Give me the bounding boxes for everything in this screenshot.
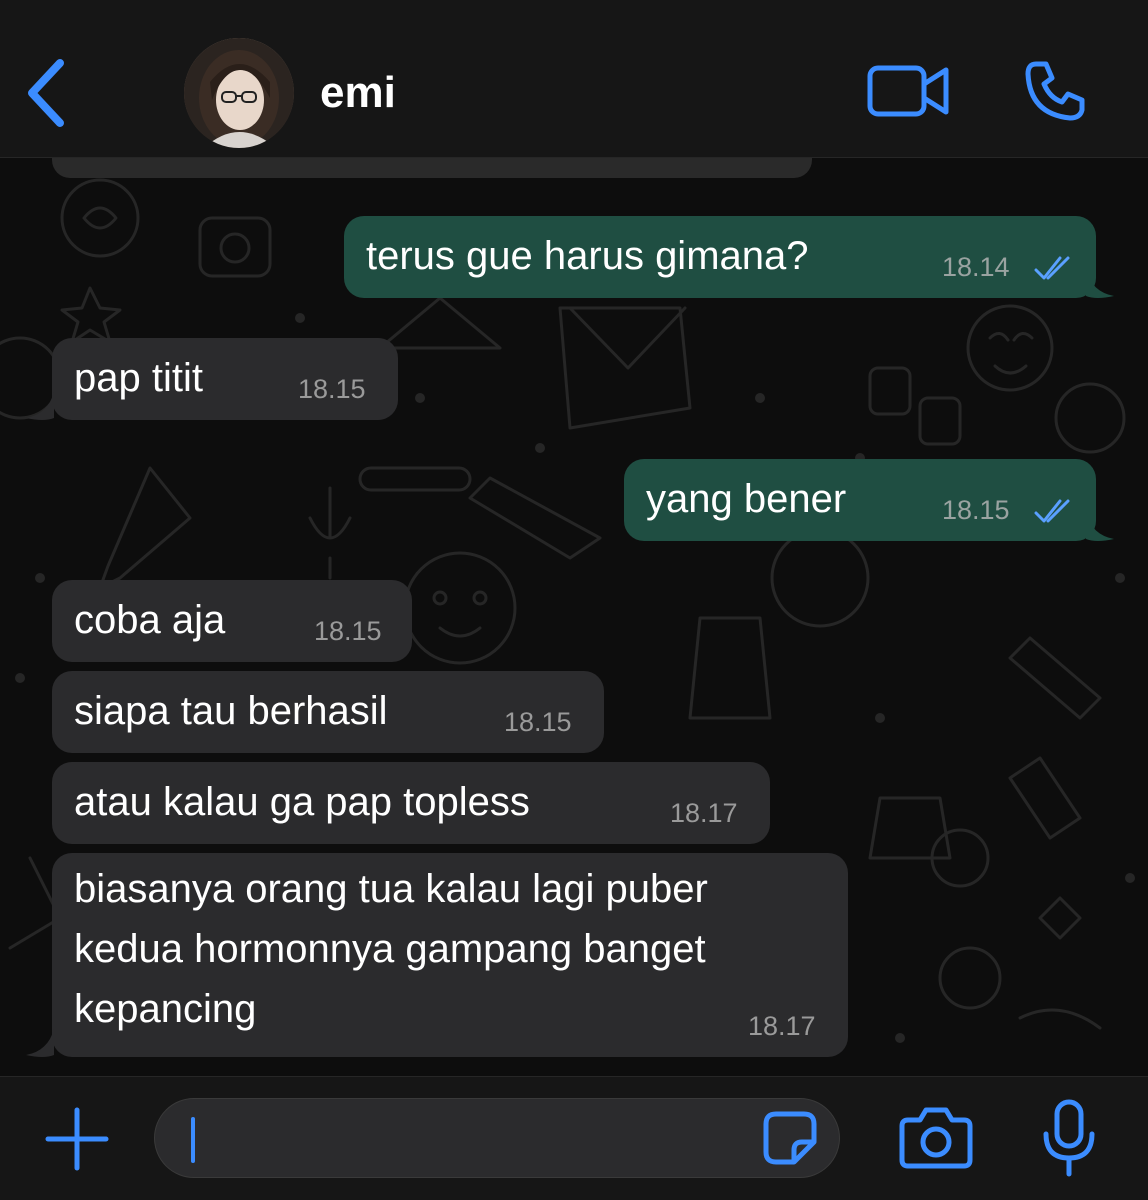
message-bubble-outgoing[interactable]: terus gue harus gimana? 18.14 [344, 216, 1096, 298]
contact-name[interactable]: emi [320, 68, 396, 118]
chat-header: emi [0, 0, 1148, 158]
bubble-tail [26, 392, 54, 420]
message-list[interactable]: terus gue harus gimana? 18.14 pap titit … [0, 158, 1148, 1076]
voice-call-button[interactable] [1022, 58, 1088, 124]
read-receipt-icon [1034, 499, 1070, 523]
camera-button[interactable] [898, 1104, 974, 1170]
attach-button[interactable] [42, 1104, 112, 1174]
read-receipt-icon [1034, 256, 1070, 280]
voice-record-button[interactable] [1038, 1098, 1100, 1178]
message-bubble-outgoing[interactable]: yang bener 18.15 [624, 459, 1096, 541]
message-text-line: kedua hormonnya gampang banget [74, 927, 706, 971]
message-time: 18.15 [298, 374, 366, 404]
message-text: siapa tau berhasil [74, 689, 388, 733]
message-text: yang bener [646, 477, 847, 521]
message-text: coba aja [74, 598, 226, 642]
chevron-left-icon [28, 59, 64, 127]
chat-screen: emi terus gue harus gimana? 18.14 pap ti… [0, 0, 1148, 1200]
phone-icon [1025, 61, 1085, 121]
contact-avatar[interactable] [184, 38, 294, 148]
message-text: atau kalau ga pap topless [74, 780, 530, 824]
bubble-tail [1086, 270, 1114, 298]
camera-icon [899, 1107, 973, 1169]
message-time: 18.17 [670, 798, 738, 828]
message-bubble-incoming[interactable]: pap titit 18.15 [52, 338, 398, 420]
message-bubble-incoming[interactable]: coba aja 18.15 [52, 580, 412, 662]
message-time: 18.15 [942, 495, 1010, 525]
microphone-icon [1043, 1099, 1095, 1177]
message-bubble-incoming[interactable]: siapa tau berhasil 18.15 [52, 671, 604, 753]
message-bubble-incoming[interactable]: atau kalau ga pap topless 18.17 [52, 762, 770, 844]
avatar-photo [184, 38, 294, 148]
message-time: 18.14 [942, 252, 1010, 282]
video-call-button[interactable] [866, 62, 952, 120]
message-text: pap titit [74, 356, 203, 400]
plus-icon [45, 1107, 109, 1171]
bubble-tail [26, 1029, 54, 1057]
message-bubble-incoming[interactable]: biasanya orang tua kalau lagi puber kedu… [52, 853, 848, 1057]
partial-message-bubble [52, 158, 812, 178]
message-input[interactable] [154, 1098, 840, 1178]
sticker-button[interactable] [760, 1108, 820, 1168]
message-time: 18.15 [504, 707, 572, 737]
message-text-line: biasanya orang tua kalau lagi puber [74, 867, 708, 911]
back-button[interactable] [22, 55, 72, 131]
sticker-icon [763, 1111, 817, 1165]
message-text: terus gue harus gimana? [366, 234, 809, 278]
text-caret [191, 1117, 195, 1163]
video-camera-icon [867, 65, 949, 117]
message-time: 18.15 [314, 616, 382, 646]
message-time: 18.17 [748, 1011, 816, 1041]
bubble-tail [1086, 513, 1114, 541]
message-text-line: kepancing [74, 987, 257, 1031]
